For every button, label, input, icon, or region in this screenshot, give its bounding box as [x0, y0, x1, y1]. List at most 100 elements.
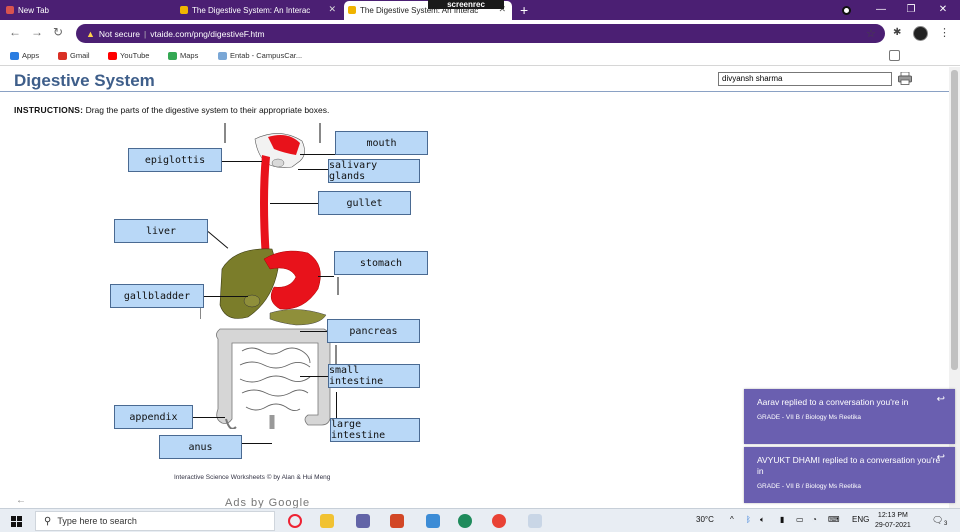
- address-separator: |: [144, 28, 147, 39]
- tab-title: The Digestive System: An Interac: [192, 6, 311, 15]
- instructions: INSTRUCTIONS: Drag the parts of the dige…: [14, 105, 329, 115]
- microphone-icon[interactable]: ▮: [780, 515, 784, 524]
- tab-digestive-1[interactable]: The Digestive System: An Interac ✕: [176, 1, 342, 20]
- clock-time: 12:13 PM: [877, 512, 908, 519]
- new-tab-favicon-icon: [6, 6, 14, 14]
- temperature-text[interactable]: 30°C: [696, 515, 714, 524]
- url-text: vtaide.com/png/digestiveF.htm: [150, 28, 265, 39]
- gullet-shape: [260, 155, 270, 259]
- tab-close-icon[interactable]: ✕: [328, 4, 336, 15]
- tab-title: New Tab: [18, 6, 49, 15]
- label-stomach[interactable]: stomach: [334, 251, 428, 275]
- bookmark-label: YouTube: [120, 51, 150, 60]
- tab-new-tab[interactable]: New Tab: [2, 1, 174, 20]
- clock-date: 29-07-2021: [875, 522, 911, 529]
- profile-avatar[interactable]: [913, 26, 928, 41]
- label-mouth[interactable]: mouth: [335, 131, 428, 155]
- large-intestine-shape: [216, 328, 331, 426]
- reply-arrow-icon[interactable]: ↩: [937, 394, 945, 405]
- new-tab-button[interactable]: +: [520, 1, 528, 19]
- mouth-leader-line: [300, 154, 335, 155]
- file-explorer-icon[interactable]: [320, 514, 334, 528]
- page-back-arrow-icon[interactable]: ←: [16, 495, 26, 506]
- back-arrow-icon[interactable]: ←: [9, 25, 21, 39]
- gmail-icon: [58, 51, 67, 60]
- office-icon[interactable]: [390, 514, 404, 528]
- bookmark-label: Entab - CampusCar...: [230, 51, 303, 60]
- reading-list-icon[interactable]: [889, 50, 900, 61]
- bookmark-apps[interactable]: Apps: [10, 51, 39, 60]
- checkbox-favicon-icon: [348, 6, 356, 14]
- snipping-tool-icon[interactable]: [528, 514, 542, 528]
- tray-chevron-icon[interactable]: ^: [730, 515, 734, 524]
- scrollbar-thumb[interactable]: [951, 70, 958, 370]
- checkbox-favicon-icon: [180, 6, 188, 14]
- student-name-field[interactable]: divyansh sharma: [718, 72, 892, 86]
- windows-start-icon[interactable]: [11, 516, 22, 527]
- notification-avyukt[interactable]: AVYUKT DHAMI replied to a conversation y…: [744, 447, 955, 503]
- youtube-icon: [108, 51, 117, 60]
- small-intestine-leader-line: [300, 376, 328, 377]
- anus-leader-line: [242, 443, 272, 444]
- forward-arrow-icon[interactable]: →: [31, 25, 43, 39]
- restore-icon[interactable]: ❐: [896, 0, 926, 20]
- bookmark-star-icon[interactable]: ☆: [866, 27, 876, 40]
- notification-aarav[interactable]: Aarav replied to a conversation you're i…: [744, 389, 955, 444]
- edge-icon[interactable]: [458, 514, 472, 528]
- gallbladder-leader-line: [204, 296, 248, 297]
- label-gallbladder[interactable]: gallbladder: [110, 284, 204, 308]
- action-center-icon[interactable]: 🗨︎: [932, 515, 943, 526]
- pancreas-leader-line: [300, 331, 327, 332]
- opera-icon[interactable]: [288, 514, 302, 528]
- gullet-leader-line: [270, 203, 318, 204]
- reply-arrow-icon[interactable]: ↩: [937, 452, 945, 463]
- bookmark-gmail[interactable]: Gmail: [58, 51, 90, 60]
- store-icon[interactable]: [426, 514, 440, 528]
- language-indicator[interactable]: ENG: [852, 515, 869, 524]
- bookmark-maps[interactable]: Maps: [168, 51, 198, 60]
- taskbar-search-box[interactable]: ⚲ Type here to search: [35, 511, 275, 531]
- bookmark-label: Maps: [180, 51, 199, 60]
- minimize-icon[interactable]: —: [866, 0, 896, 20]
- label-anus[interactable]: anus: [159, 435, 242, 459]
- wifi-icon[interactable]: ◔: [812, 515, 817, 524]
- volume-icon[interactable]: 🔈︎: [760, 515, 765, 525]
- chrome-icon[interactable]: [492, 514, 506, 528]
- warning-triangle-icon: ▲: [86, 28, 95, 39]
- address-bar[interactable]: ▲ Not secure | vtaide.com/png/digestiveF…: [76, 24, 885, 43]
- clock[interactable]: 12:13 PM 29-07-2021: [875, 511, 911, 531]
- appendix-leader-line: [193, 417, 225, 418]
- page-title: Digestive System: [14, 71, 155, 90]
- extensions-puzzle-icon[interactable]: ✱: [893, 27, 901, 38]
- search-icon: ⚲: [44, 515, 52, 527]
- maps-icon: [168, 51, 177, 60]
- bookmark-label: Gmail: [70, 51, 90, 60]
- label-gullet[interactable]: gullet: [318, 191, 411, 215]
- keyboard-icon[interactable]: ⌨: [828, 515, 840, 524]
- label-large-intestine[interactable]: large intestine: [330, 418, 420, 442]
- close-window-icon[interactable]: ✕: [928, 0, 958, 20]
- search-placeholder: Type here to search: [57, 516, 137, 526]
- screen-recorder-badge: screenrec: [428, 0, 504, 9]
- security-status: Not secure: [98, 28, 141, 39]
- label-epiglottis[interactable]: epiglottis: [128, 148, 222, 172]
- ads-banner[interactable]: Ads by Google: [225, 497, 310, 508]
- bluetooth-icon[interactable]: ᛒ: [746, 515, 751, 524]
- printer-icon[interactable]: [898, 72, 912, 85]
- reload-icon[interactable]: ↻: [53, 25, 63, 39]
- bookmark-youtube[interactable]: YouTube: [108, 51, 149, 60]
- bookmark-entab[interactable]: Entab - CampusCar...: [218, 51, 302, 60]
- label-liver[interactable]: liver: [114, 219, 208, 243]
- battery-icon[interactable]: ▭: [796, 515, 804, 524]
- kebab-menu-icon[interactable]: ⋮: [939, 26, 950, 39]
- epiglottis-leader-line: [222, 161, 262, 162]
- record-icon[interactable]: [842, 6, 851, 15]
- browser-title-bar: New Tab The Digestive System: An Interac…: [0, 0, 960, 20]
- teams-icon[interactable]: [356, 514, 370, 528]
- label-pancreas[interactable]: pancreas: [327, 319, 420, 343]
- label-small-intestine[interactable]: small intestine: [328, 364, 420, 388]
- label-appendix[interactable]: appendix: [114, 405, 193, 429]
- label-salivary-glands[interactable]: salivary glands: [328, 159, 420, 183]
- stomach-leader-line: [318, 276, 334, 277]
- entab-icon: [218, 51, 227, 60]
